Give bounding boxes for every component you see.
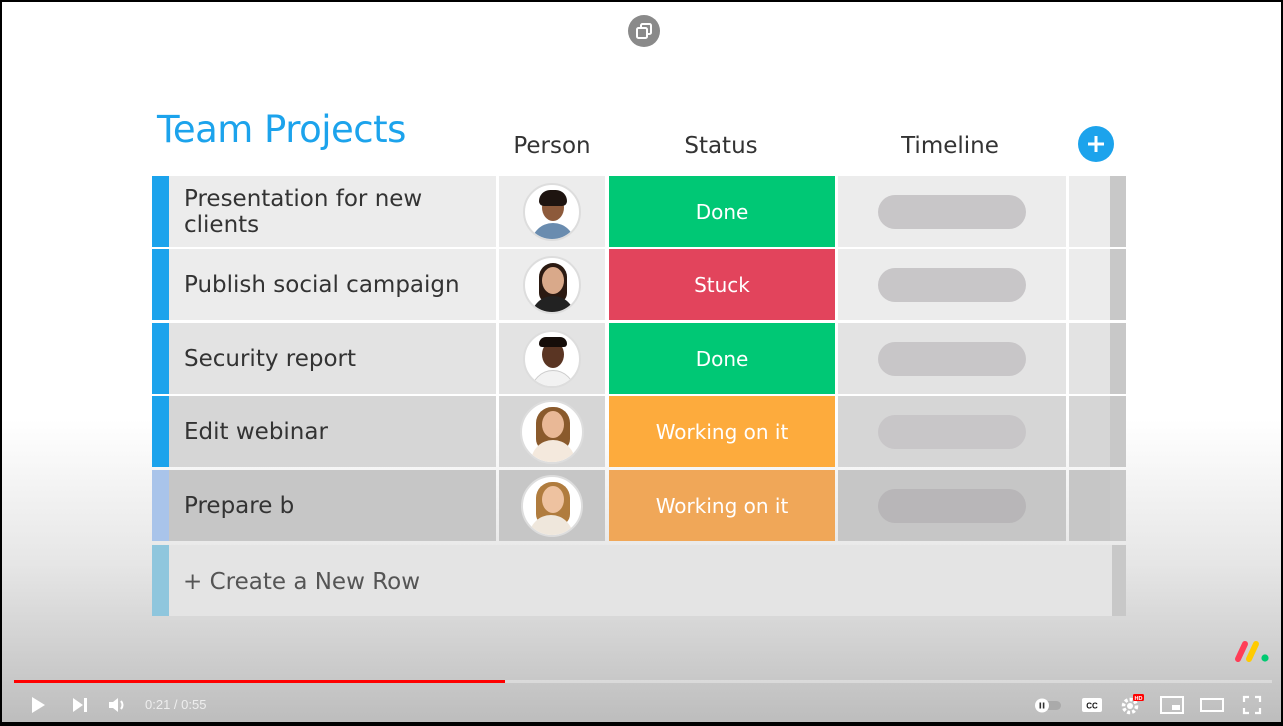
timeline-bar: [878, 194, 1026, 229]
person-cell[interactable]: [499, 396, 605, 467]
seek-bar-played: [14, 680, 505, 683]
plus-icon: [1088, 136, 1104, 152]
svg-text:CC: CC: [1086, 702, 1098, 711]
seek-bar[interactable]: [14, 680, 1272, 683]
subtitles-button[interactable]: CC: [1078, 692, 1106, 718]
avatar: [521, 474, 583, 537]
column-header-timeline: Timeline: [901, 133, 999, 159]
current-time: 0:21: [145, 697, 171, 712]
miniplayer-icon: [1160, 696, 1184, 714]
fullscreen-icon: [1242, 695, 1262, 715]
person-cell[interactable]: [499, 249, 605, 320]
extra-cell: [1069, 323, 1126, 394]
extra-cell: [1069, 396, 1126, 467]
autoplay-toggle[interactable]: [1032, 692, 1064, 718]
hd-badge: HD: [1135, 696, 1143, 702]
status-cell[interactable]: Done: [609, 323, 835, 394]
person-cell[interactable]: [499, 176, 605, 247]
row-color-stripe: [152, 323, 169, 394]
table-row[interactable]: Security report Done: [152, 323, 1126, 394]
timeline-cell[interactable]: [838, 470, 1066, 541]
item-name: Edit webinar: [184, 418, 328, 445]
video-frame[interactable]: Team Projects Person Status Timeline Pre…: [2, 2, 1281, 722]
item-name-cell[interactable]: Prepare b: [169, 470, 496, 541]
timeline-bar: [878, 488, 1026, 523]
status-label: Working on it: [655, 419, 789, 444]
copy-link-icon[interactable]: [628, 15, 660, 47]
miniplayer-button[interactable]: [1158, 692, 1186, 718]
create-new-row[interactable]: + Create a New Row: [152, 545, 1126, 616]
extra-cell: [1069, 249, 1126, 320]
avatar: [523, 329, 581, 388]
item-name-cell[interactable]: Presentation for new clients: [169, 176, 496, 247]
timeline-cell[interactable]: [838, 249, 1066, 320]
timeline-cell[interactable]: [838, 176, 1066, 247]
closed-captions-icon: CC: [1082, 698, 1102, 712]
table-row[interactable]: Publish social campaign Stuck: [152, 249, 1126, 320]
duration: 0:55: [181, 697, 207, 712]
settings-button[interactable]: HD: [1118, 692, 1146, 718]
autoplay-toggle-icon: [1035, 698, 1061, 713]
play-icon: [32, 697, 45, 713]
item-name: Presentation for new clients: [184, 185, 423, 238]
item-name-cell[interactable]: Publish social campaign: [169, 249, 496, 320]
avatar: [523, 182, 581, 241]
gear-icon: HD: [1121, 694, 1144, 715]
theater-mode-button[interactable]: [1198, 692, 1226, 718]
next-icon: [73, 698, 87, 712]
table-row[interactable]: Prepare b Working on it: [152, 470, 1126, 541]
table-row[interactable]: Presentation for new clients Done: [152, 176, 1126, 247]
time-display: 0:21 / 0:55: [145, 697, 206, 712]
item-name-cell[interactable]: Edit webinar: [169, 396, 496, 467]
item-name: Prepare b: [184, 492, 295, 519]
next-button[interactable]: [66, 692, 94, 718]
play-button[interactable]: [24, 692, 52, 718]
item-name-cell[interactable]: Security report: [169, 323, 496, 394]
avatar: [523, 255, 581, 314]
timeline-cell[interactable]: [838, 323, 1066, 394]
person-cell[interactable]: [499, 323, 605, 394]
column-header-status: Status: [684, 133, 758, 159]
board-title: Team Projects: [157, 108, 406, 151]
timeline-cell[interactable]: [838, 396, 1066, 467]
row-color-stripe: [152, 396, 169, 467]
person-cell[interactable]: [499, 470, 605, 541]
table-row[interactable]: Edit webinar Working on it: [152, 396, 1126, 467]
time-separator: /: [170, 697, 182, 712]
timeline-bar: [878, 267, 1026, 302]
status-label: Done: [695, 199, 749, 224]
column-header-person: Person: [513, 133, 591, 159]
row-end-bar: [1112, 545, 1126, 616]
monday-logo-icon: [1235, 641, 1269, 662]
timeline-bar: [878, 414, 1026, 449]
item-name: Security report: [184, 345, 357, 372]
row-color-stripe: [152, 470, 169, 541]
volume-icon: [109, 698, 124, 712]
create-new-row-label: + Create a New Row: [183, 569, 421, 595]
row-color-stripe: [152, 545, 169, 616]
volume-button[interactable]: [104, 692, 132, 718]
item-name: Publish social campaign: [184, 271, 460, 298]
status-cell[interactable]: Stuck: [609, 249, 835, 320]
status-label: Stuck: [694, 272, 750, 297]
status-cell[interactable]: Working on it: [609, 470, 835, 541]
add-column-button[interactable]: [1078, 126, 1114, 162]
status-label: Working on it: [655, 493, 789, 518]
status-cell[interactable]: Working on it: [609, 396, 835, 467]
row-color-stripe: [152, 249, 169, 320]
status-cell[interactable]: Done: [609, 176, 835, 247]
timeline-bar: [878, 341, 1026, 376]
avatar: [520, 399, 584, 464]
extra-cell: [1069, 176, 1126, 247]
fullscreen-button[interactable]: [1238, 692, 1266, 718]
row-color-stripe: [152, 176, 169, 247]
extra-cell: [1069, 470, 1126, 541]
player-controls: 0:21 / 0:55 CC HD: [2, 688, 1281, 722]
status-label: Done: [695, 346, 749, 371]
theater-mode-icon: [1200, 698, 1224, 712]
